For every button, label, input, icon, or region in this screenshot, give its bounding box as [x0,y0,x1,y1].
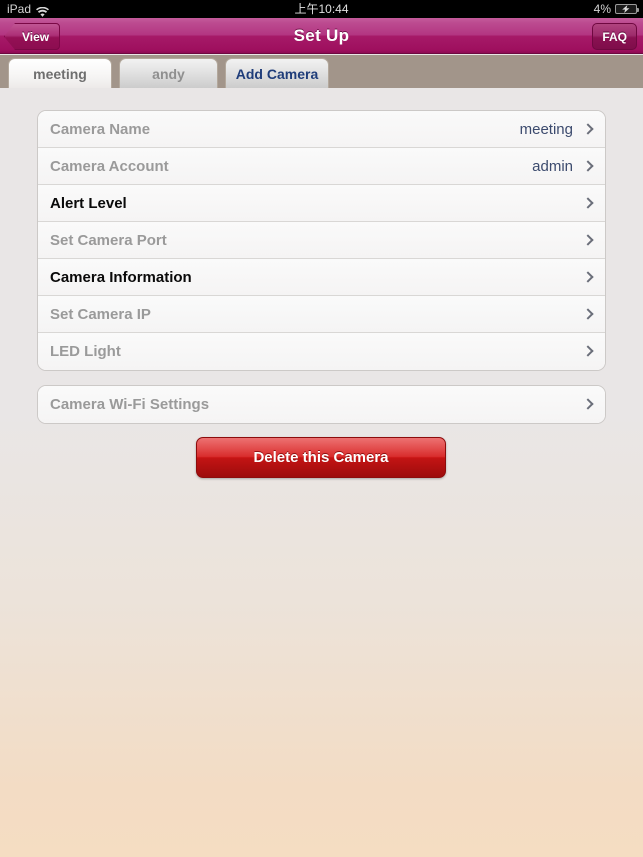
battery-charging-icon [615,4,639,14]
chevron-right-icon [583,270,593,285]
list-item-set-camera-port[interactable]: Set Camera Port [38,222,605,259]
faq-button[interactable]: FAQ [592,23,637,50]
chevron-right-icon [583,122,593,137]
status-bar-right: 4% [593,0,639,18]
delete-camera-button-label: Delete this Camera [253,449,389,466]
list-item-camera-account[interactable]: Camera Account admin [38,148,605,185]
list-item-value: admin [532,157,573,175]
chevron-right-icon [583,233,593,248]
status-bar-clock: 上午10:44 [294,2,349,16]
page-title: Set Up [293,25,350,45]
tab-add-camera-label: Add Camera [235,65,319,82]
list-item-set-camera-ip[interactable]: Set Camera IP [38,296,605,333]
back-button-label: View [22,29,50,44]
settings-list-card: Camera Name meeting Camera Account admin… [37,110,606,371]
tab-andy[interactable]: andy [119,58,218,88]
tab-meeting[interactable]: meeting [8,58,112,88]
device-name-label: iPad [7,2,32,16]
list-item-label: Camera Name [50,120,151,138]
chevron-right-icon [583,397,593,412]
tab-strip: meeting andy Add Camera [0,55,643,88]
list-item-label: Alert Level [50,194,127,212]
list-item-camera-name[interactable]: Camera Name meeting [38,111,605,148]
list-item-label: Set Camera Port [50,231,167,249]
status-bar-left: iPad [0,0,50,18]
list-item-led-light[interactable]: LED Light [38,333,605,370]
chevron-right-icon [583,196,593,211]
list-item-label: Camera Information [50,268,192,286]
status-bar: iPad 上午10:44 4% [0,0,643,18]
chevron-right-icon [583,344,593,359]
navigation-bar: View Set Up FAQ [0,18,643,54]
list-item-camera-information[interactable]: Camera Information [38,259,605,296]
app-screen: iPad 上午10:44 4% View Set Up FAQ meeting … [0,0,643,857]
chevron-right-icon [583,307,593,322]
back-button-view[interactable]: View [4,23,61,50]
list-item-label: Set Camera IP [50,305,151,323]
list-item-alert-level[interactable]: Alert Level [38,185,605,222]
content-panel: Camera Name meeting Camera Account admin… [0,87,643,857]
battery-percent-label: 4% [593,2,611,16]
wifi-icon [36,5,50,17]
faq-button-label: FAQ [602,29,627,44]
delete-camera-button[interactable]: Delete this Camera [196,437,446,478]
tab-andy-label: andy [152,65,185,82]
wifi-settings-card: Camera Wi-Fi Settings [37,385,606,424]
chevron-right-icon [583,159,593,174]
list-item-label: LED Light [50,343,121,360]
tab-add-camera[interactable]: Add Camera [225,58,329,88]
list-item-label: Camera Wi-Fi Settings [50,396,210,413]
list-item-label: Camera Account [50,157,169,175]
tab-meeting-label: meeting [33,65,87,82]
list-item-value: meeting [519,120,573,138]
list-item-camera-wifi-settings[interactable]: Camera Wi-Fi Settings [38,386,605,423]
